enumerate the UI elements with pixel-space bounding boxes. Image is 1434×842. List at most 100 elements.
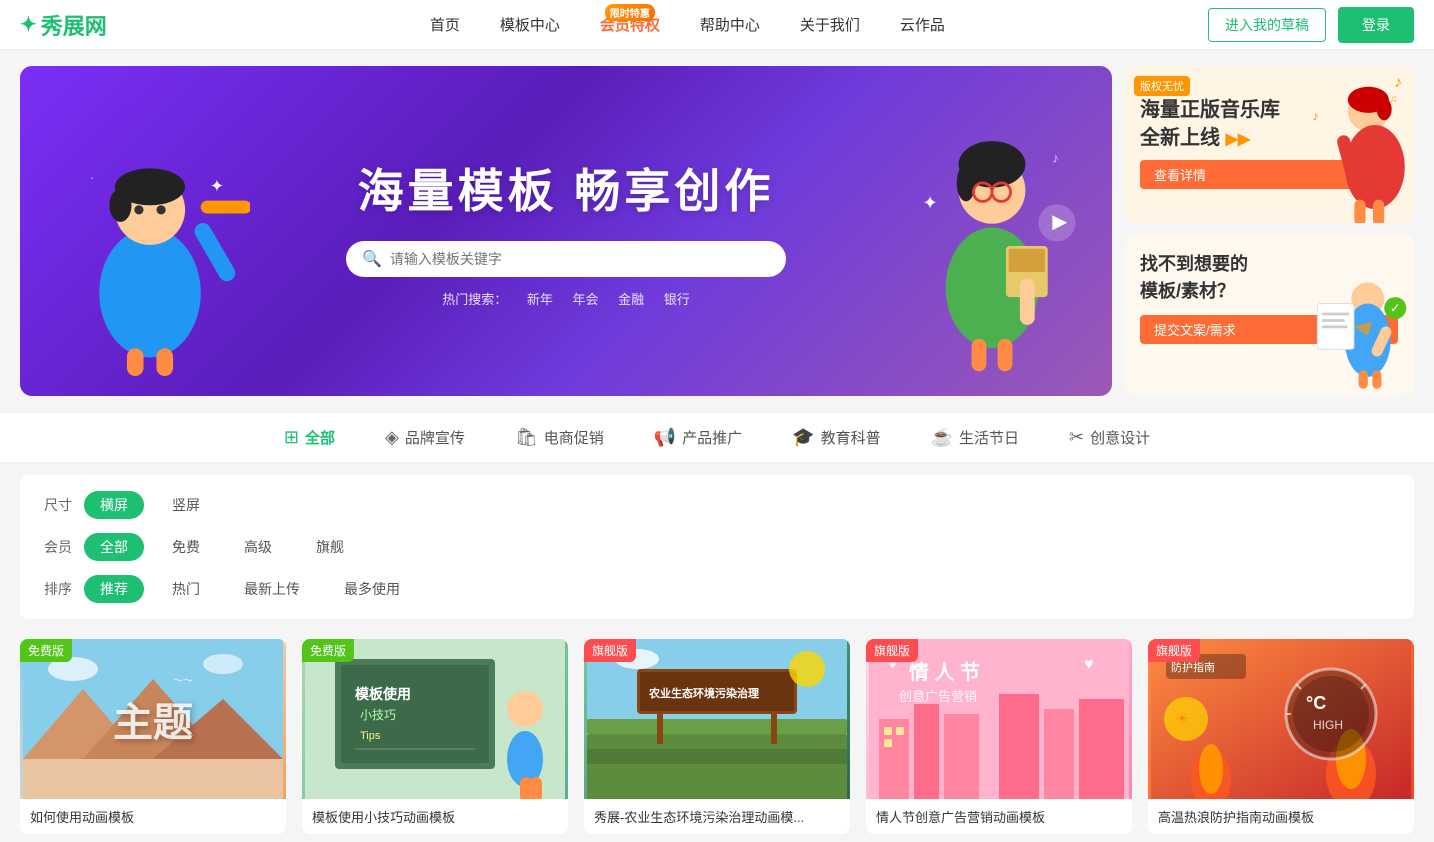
template-thumb-2: 免费版 模板使用 小技巧 Tips	[302, 639, 568, 799]
cat-lifestyle[interactable]: ☕ 生活节日	[931, 427, 1019, 448]
svg-text:☀: ☀	[1175, 711, 1189, 728]
cat-brand[interactable]: ◈ 品牌宣传	[385, 427, 465, 448]
sort-popular-btn[interactable]: 热门	[156, 575, 216, 603]
template-card-2[interactable]: 免费版 模板使用 小技巧 Tips	[302, 639, 568, 834]
template-thumb-1: 免费版 〜〜 主题	[20, 639, 286, 799]
request-illustration-icon: ✓	[1299, 271, 1409, 391]
sort-recommended-btn[interactable]: 推荐	[84, 575, 144, 603]
login-button[interactable]: 登录	[1338, 7, 1414, 43]
svg-text:防护指南: 防护指南	[1171, 660, 1215, 674]
megaphone-icon: 📢	[654, 427, 676, 448]
hero-char-right-icon: ✦ ♪	[902, 116, 1082, 376]
draft-button[interactable]: 进入我的草稿	[1208, 8, 1326, 42]
hot-search: 热门搜索： 新年 年会 金融 银行	[434, 289, 698, 308]
svg-text:♥: ♥	[1084, 656, 1094, 673]
cat-product[interactable]: 📢 产品推广	[654, 427, 742, 448]
nav-cloud[interactable]: 云作品	[900, 14, 945, 35]
music-person-icon: ♪ ♫	[1304, 83, 1414, 223]
hot-item-1[interactable]: 年会	[572, 292, 598, 307]
thumb-illustration-2: 模板使用 小技巧 Tips	[302, 639, 568, 799]
hot-item-3[interactable]: 银行	[664, 292, 690, 307]
sort-filter-label: 排序	[44, 579, 84, 599]
music-ad-title: 海量正版音乐库全新上线 ▶▶	[1140, 96, 1300, 152]
svg-text:小技巧: 小技巧	[360, 708, 396, 722]
logo-icon: ✦	[20, 12, 37, 37]
nav-membership[interactable]: 限时特惠 会员特权	[600, 14, 660, 35]
sort-filter-row: 排序 推荐 热门 最新上传 最多使用	[44, 575, 1390, 603]
svg-text:♪: ♪	[1312, 108, 1319, 123]
badge-flagship-4: 旗舰版	[866, 639, 918, 662]
cat-ecommerce[interactable]: 🛍 电商促销	[515, 427, 604, 448]
bag-icon: 🛍	[515, 427, 538, 448]
svg-text:农业生态环境污染治理: 农业生态环境污染治理	[648, 686, 759, 700]
cat-creative[interactable]: ✂ 创意设计	[1069, 427, 1150, 448]
member-free-btn[interactable]: 免费	[156, 533, 216, 561]
diamond-icon: ◈	[385, 427, 399, 448]
nav-help[interactable]: 帮助中心	[700, 14, 760, 35]
header-actions: 进入我的草稿 登录	[1208, 7, 1414, 43]
membership-badge: 限时特惠	[605, 4, 655, 21]
thumb-overlay-text-1: 主题	[113, 690, 193, 748]
badge-free-1: 免费版	[20, 639, 72, 662]
member-all-btn[interactable]: 全部	[84, 533, 144, 561]
header: ✦ 秀展网 首页 模板中心 限时特惠 会员特权 帮助中心 关于我们 云作品 进入…	[0, 0, 1434, 50]
request-ad-title: 找不到想要的模板/素材？	[1140, 251, 1300, 305]
search-icon: 🔍	[362, 249, 382, 269]
svg-text:✦: ✦	[210, 176, 224, 195]
svg-text:✓: ✓	[1390, 301, 1401, 316]
template-card-5[interactable]: 旗舰版	[1148, 639, 1414, 834]
search-input[interactable]	[390, 251, 770, 267]
size-portrait-btn[interactable]: 竖屏	[156, 491, 216, 519]
site-logo[interactable]: ✦ 秀展网	[20, 9, 107, 41]
svg-text:HIGH: HIGH	[1313, 718, 1343, 732]
music-badge: 版权无忧	[1134, 76, 1190, 96]
svg-text:♪: ♪	[1052, 150, 1059, 165]
ad-music: 版权无忧 海量正版音乐库全新上线 ▶▶ 查看详情 ♪ ♫	[1124, 66, 1414, 223]
svg-text:模板使用: 模板使用	[355, 686, 411, 702]
size-filter-row: 尺寸 横屏 竖屏	[44, 491, 1390, 519]
svg-text:Tips: Tips	[360, 730, 381, 742]
hero-section: ✦ ·	[20, 50, 1414, 412]
cup-icon: ☕	[931, 427, 953, 448]
thumb-illustration-3: 农业生态环境污染治理	[584, 639, 850, 799]
template-card-4[interactable]: 旗舰版 情 人 节 创意广告营销	[866, 639, 1132, 834]
sort-mostused-btn[interactable]: 最多使用	[328, 575, 416, 603]
thumb-illustration-4: 情 人 节 创意广告营销 ♥ ♥	[866, 639, 1132, 799]
cat-education[interactable]: 🎓 教育科普	[792, 427, 880, 448]
svg-text:·: ·	[90, 170, 94, 185]
graduation-icon: 🎓	[792, 427, 814, 448]
sidebar-ads: 版权无忧 海量正版音乐库全新上线 ▶▶ 查看详情 ♪ ♫	[1124, 66, 1414, 396]
music-note-icon: ♪	[1394, 74, 1402, 92]
hot-item-0[interactable]: 新年	[527, 292, 553, 307]
scissors-icon: ✂	[1069, 427, 1084, 448]
member-advanced-btn[interactable]: 高级	[228, 533, 288, 561]
size-landscape-btn[interactable]: 横屏	[84, 491, 144, 519]
svg-text:创意广告营销: 创意广告营销	[899, 689, 977, 704]
cat-all[interactable]: ⊞ 全部	[284, 427, 335, 448]
membership-filter-label: 会员	[44, 537, 84, 557]
hot-item-2[interactable]: 金融	[618, 292, 644, 307]
hero-banner: ✦ ·	[20, 66, 1112, 396]
hero-char-left-icon: ✦ ·	[50, 136, 250, 376]
ad-request: 找不到想要的模板/素材？ 提交文案/需求 ✓	[1124, 235, 1414, 396]
template-title-1: 如何使用动画模板	[20, 799, 286, 834]
size-filter-label: 尺寸	[44, 495, 84, 515]
size-filter-options: 横屏 竖屏	[84, 491, 216, 519]
template-grid: 免费版 〜〜 主题 如何	[20, 631, 1414, 842]
member-flagship-btn[interactable]: 旗舰	[300, 533, 360, 561]
main-nav: 首页 模板中心 限时特惠 会员特权 帮助中心 关于我们 云作品	[167, 14, 1208, 35]
template-title-3: 秀展-农业生态环境污染治理动画模...	[584, 799, 850, 834]
grid-icon: ⊞	[284, 427, 299, 448]
template-title-4: 情人节创意广告营销动画模板	[866, 799, 1132, 834]
template-card-3[interactable]: 旗舰版 农业生态环境污染治理	[584, 639, 850, 834]
svg-text:情 人 节: 情 人 节	[909, 660, 980, 684]
sort-newest-btn[interactable]: 最新上传	[228, 575, 316, 603]
template-card-1[interactable]: 免费版 〜〜 主题 如何	[20, 639, 286, 834]
logo-text: 秀展网	[41, 9, 107, 41]
nav-home[interactable]: 首页	[430, 14, 460, 35]
template-title-2: 模板使用小技巧动画模板	[302, 799, 568, 834]
nav-templates[interactable]: 模板中心	[500, 14, 560, 35]
thumb-illustration-5: °C HIGH 防护指南 ☀	[1148, 639, 1414, 799]
nav-about[interactable]: 关于我们	[800, 14, 860, 35]
hero-search-box: 🔍	[346, 241, 786, 277]
